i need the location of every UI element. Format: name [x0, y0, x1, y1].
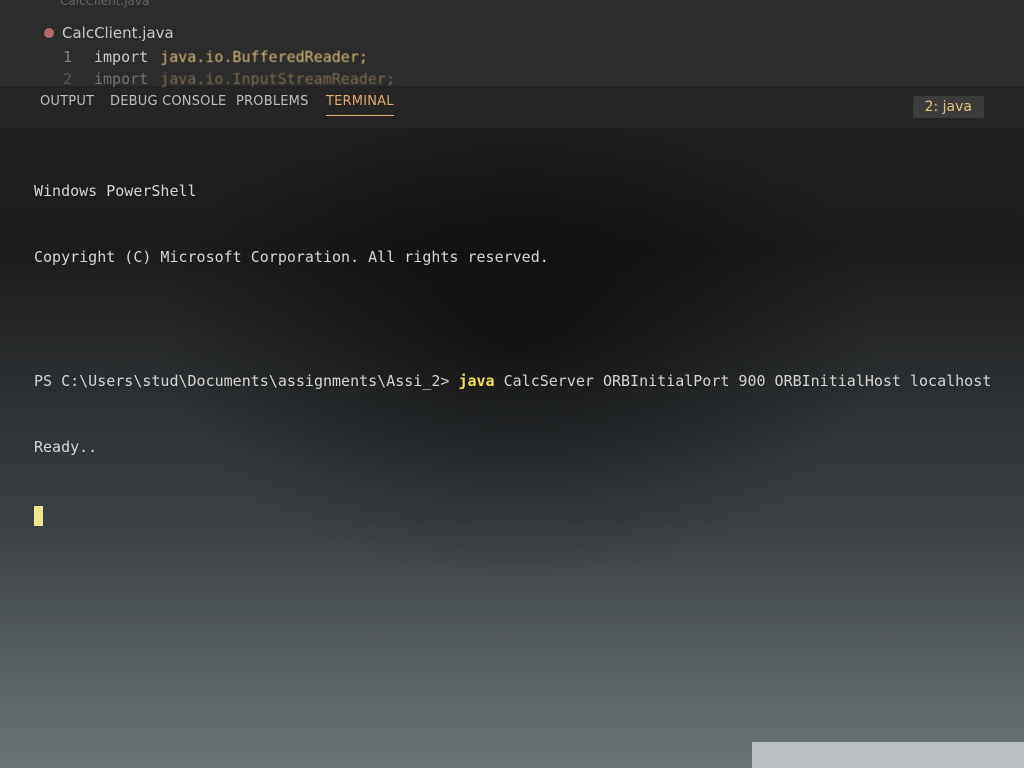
vscode-window: CalcClient.java CalcClient.java 1 import… [0, 0, 1024, 768]
editor-area: CalcClient.java CalcClient.java 1 import… [0, 0, 1024, 88]
notification-corner [752, 742, 1024, 768]
terminal-command-args: CalcServer ORBInitialPort 900 ORBInitial… [494, 372, 992, 390]
tab-output[interactable]: OUTPUT [40, 94, 94, 115]
terminal-command-line: PS C:\Users\stud\Documents\assignments\A… [34, 370, 1004, 392]
terminal-cursor [34, 506, 43, 526]
tab-terminal[interactable]: TERMINAL [326, 94, 394, 116]
terminal-header-line: Windows PowerShell [34, 182, 197, 200]
code-line[interactable]: 1 import java.io.BufferedReader; [58, 48, 368, 66]
code-package: java.io.BufferedReader; [160, 48, 368, 66]
tab-debug-console[interactable]: DEBUG CONSOLE [110, 94, 226, 115]
terminal-output[interactable]: Windows PowerShell Copyright (C) Microso… [34, 136, 1004, 568]
line-number: 2 [62, 70, 72, 88]
file-tab-label: CalcClient.java [62, 24, 174, 42]
line-number: 1 [62, 48, 72, 66]
modified-dot-icon [44, 28, 54, 38]
code-package: java.io.InputStreamReader; [160, 70, 395, 88]
terminal-copyright-line: Copyright (C) Microsoft Corporation. All… [34, 248, 549, 266]
code-keyword: import [94, 70, 149, 88]
terminal-spacer [34, 312, 1004, 326]
code-line[interactable]: 2 import java.io.InputStreamReader; [58, 70, 395, 88]
terminal-command-exe: java [458, 372, 495, 390]
editor-tab-top[interactable]: CalcClient.java [60, 0, 149, 8]
terminal-cursor-line [34, 502, 1004, 526]
terminal-prompt: PS C:\Users\stud\Documents\assignments\A… [34, 372, 459, 390]
editor-file-tab[interactable]: CalcClient.java [44, 24, 174, 42]
tab-problems[interactable]: PROBLEMS [236, 94, 309, 115]
code-keyword: import [94, 48, 149, 66]
terminal-ready-line: Ready.. [34, 438, 98, 456]
panel-tab-bar: OUTPUT DEBUG CONSOLE PROBLEMS TERMINAL 2… [0, 88, 1024, 128]
terminal-selector-dropdown[interactable]: 2: java [912, 96, 984, 118]
